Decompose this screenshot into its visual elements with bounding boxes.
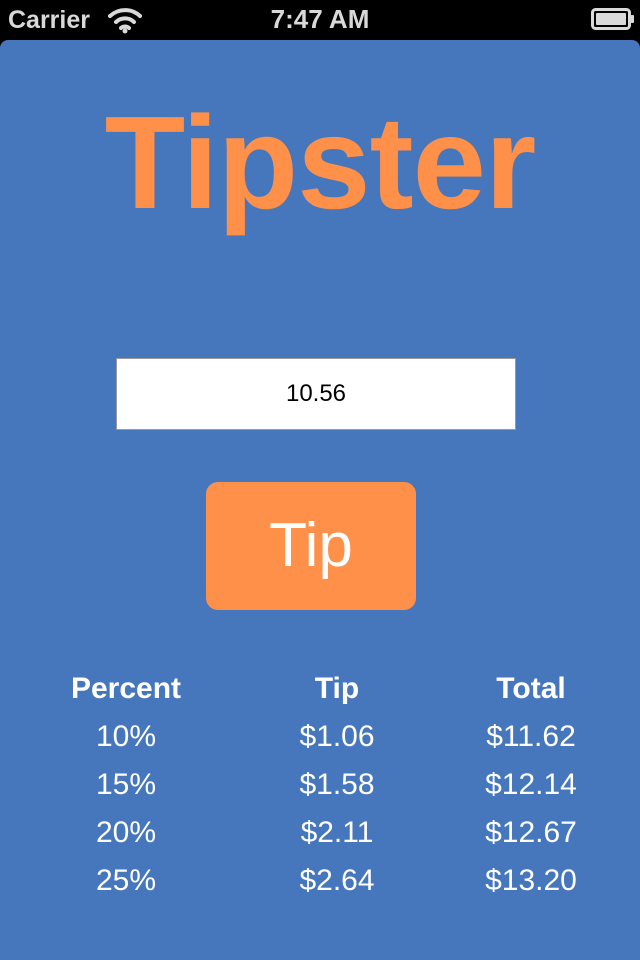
bill-amount-input[interactable] — [116, 358, 516, 430]
total-cell: $13.20 — [485, 864, 577, 897]
status-time: 7:47 AM — [270, 4, 370, 34]
status-bar: Carrier 7:47 AM — [0, 0, 640, 40]
percent-cell: 15% — [95, 768, 157, 801]
total-cell: $12.67 — [485, 816, 577, 849]
table-row: 15% $1.58 $12.14 — [0, 761, 640, 809]
tip-cell: $2.64 — [299, 864, 375, 897]
battery-icon — [591, 8, 634, 30]
tip-cell: $1.06 — [299, 720, 375, 753]
table-row: 10% $1.06 $11.62 — [0, 713, 640, 761]
tip-cell: $2.11 — [300, 816, 374, 849]
header-tip: Tip — [314, 672, 360, 705]
table-row: 25% $2.64 $13.20 — [0, 857, 640, 905]
app-screen: Tipster Tip Percent Tip Total 10% $1.06 … — [0, 40, 640, 960]
total-cell: $11.62 — [486, 720, 576, 753]
header-total: Total — [496, 672, 566, 705]
percent-cell: 20% — [95, 816, 157, 849]
results-table: Percent Tip Total 10% $1.06 $11.62 15% $… — [0, 665, 640, 905]
tip-cell: $1.58 — [299, 768, 375, 801]
results-header-row: Percent Tip Total — [0, 665, 640, 713]
percent-cell: 10% — [95, 720, 157, 753]
total-cell: $12.14 — [485, 768, 577, 801]
table-row: 20% $2.11 $12.67 — [0, 809, 640, 857]
app-title: Tipster — [104, 89, 537, 236]
header-percent: Percent — [70, 672, 182, 705]
tip-button[interactable]: Tip — [206, 482, 416, 610]
percent-cell: 25% — [95, 864, 157, 897]
